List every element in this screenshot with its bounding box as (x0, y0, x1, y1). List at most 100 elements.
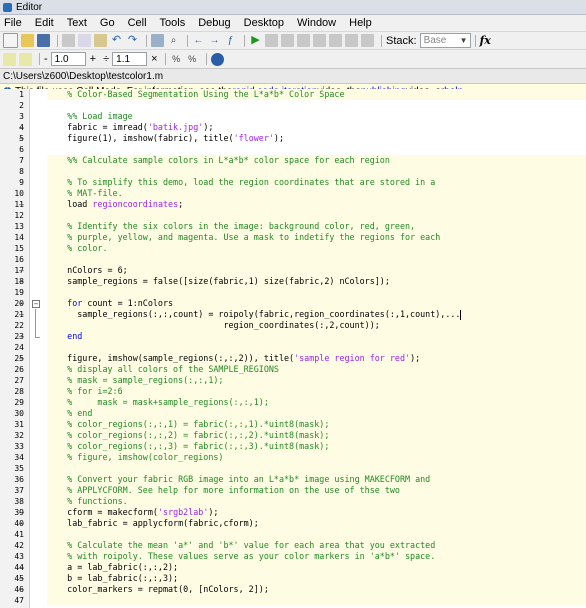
code-line[interactable]: % mask = sample_regions(:,:,1); (47, 375, 586, 386)
executable-marker[interactable] (30, 243, 47, 254)
executable-marker[interactable]: – (19, 518, 47, 529)
menu-help[interactable]: Help (349, 17, 372, 29)
executable-marker[interactable]: – − (19, 298, 47, 309)
code-line[interactable]: % for i=2:6 (47, 386, 586, 397)
cell-icon[interactable] (3, 52, 16, 66)
code-line[interactable]: b = lab_fabric(:,:,3); (47, 573, 586, 584)
exit-debug-icon[interactable] (361, 34, 374, 47)
stack-select[interactable]: Base ▼ (419, 33, 471, 48)
clear-breakpoints-icon[interactable] (281, 34, 294, 47)
executable-marker[interactable] (30, 397, 47, 408)
code-line[interactable]: % color_regions(:,:,3) = fabric(:,:,3).*… (47, 441, 586, 452)
cell-eval-icon[interactable] (19, 52, 32, 66)
executable-marker[interactable] (30, 111, 47, 122)
multiply-button[interactable]: × (151, 53, 157, 65)
executable-marker[interactable] (30, 221, 47, 232)
executable-marker[interactable] (30, 529, 47, 540)
step-icon[interactable] (297, 34, 310, 47)
function-icon[interactable]: fx (480, 34, 491, 47)
executable-marker[interactable] (30, 595, 47, 606)
code-line[interactable]: % with roipoly. These values serve as yo… (47, 551, 586, 562)
code-line[interactable] (47, 595, 586, 606)
code-line[interactable]: sample_regions = false([size(fabric,1) s… (47, 276, 586, 287)
menu-desktop[interactable]: Desktop (244, 17, 284, 29)
code-line[interactable]: nColors = 6; (47, 265, 586, 276)
forward-icon[interactable]: → (208, 34, 221, 47)
executable-marker[interactable] (30, 364, 47, 375)
comment-icon[interactable]: % (170, 53, 183, 66)
code-line[interactable]: a = lab_fabric(:,:,2); (47, 562, 586, 573)
executable-marker[interactable] (30, 474, 47, 485)
breakpoint-gutter[interactable]: – – – – – – − – – – – – – – – (19, 89, 47, 608)
menu-debug[interactable]: Debug (198, 17, 230, 29)
function-browse-icon[interactable]: ƒ (224, 34, 237, 47)
code-line[interactable] (47, 463, 586, 474)
executable-marker[interactable]: – (19, 562, 47, 573)
executable-marker[interactable]: – (19, 276, 47, 287)
executable-marker[interactable]: – (19, 573, 47, 584)
executable-marker[interactable] (30, 386, 47, 397)
code-line[interactable]: load regioncoordinates; (47, 199, 586, 210)
step-in-icon[interactable] (313, 34, 326, 47)
menu-tools[interactable]: Tools (160, 17, 186, 29)
code-line[interactable]: % Convert your fabric RGB image into an … (47, 474, 586, 485)
code-line[interactable]: % functions. (47, 496, 586, 507)
executable-marker[interactable] (30, 342, 47, 353)
new-file-icon[interactable] (3, 33, 18, 48)
executable-marker[interactable] (30, 210, 47, 221)
help-icon[interactable] (210, 52, 224, 66)
executable-marker[interactable] (30, 155, 47, 166)
executable-marker[interactable] (30, 551, 47, 562)
executable-marker[interactable]: – (19, 507, 47, 518)
value-field-2[interactable]: 1.1 (112, 52, 148, 66)
code-line[interactable] (47, 144, 586, 155)
increment-button[interactable]: + (90, 53, 96, 65)
code-line[interactable]: %% Calculate sample colors in L*a*b* col… (47, 155, 586, 166)
code-line[interactable] (47, 254, 586, 265)
continue-icon[interactable] (345, 34, 358, 47)
code-line[interactable] (47, 100, 586, 111)
executable-marker[interactable] (30, 496, 47, 507)
executable-marker[interactable]: – (19, 353, 47, 364)
code-line[interactable]: region_coordinates(:,2,count)); (47, 320, 586, 331)
executable-marker[interactable] (30, 89, 47, 100)
executable-marker[interactable] (30, 419, 47, 430)
executable-marker[interactable] (30, 254, 47, 265)
step-out-icon[interactable] (329, 34, 342, 47)
back-icon[interactable]: ← (192, 34, 205, 47)
print-icon[interactable] (151, 34, 164, 47)
executable-marker[interactable] (30, 463, 47, 474)
executable-marker[interactable] (30, 540, 47, 551)
copy-icon[interactable] (78, 34, 91, 47)
code-line[interactable]: figure, imshow(sample_regions(:,:,2)), t… (47, 353, 586, 364)
uncomment-icon[interactable]: % (186, 53, 199, 66)
code-line[interactable]: % Identify the six colors in the image: … (47, 221, 586, 232)
open-folder-icon[interactable] (21, 34, 34, 47)
code-line[interactable]: fabric = imread('batik.jpg'); (47, 122, 586, 133)
code-line[interactable]: for count = 1:nColors (47, 298, 586, 309)
code-line[interactable]: % purple, yellow, and magenta. Use a mas… (47, 232, 586, 243)
executable-marker[interactable] (30, 441, 47, 452)
value-field-1[interactable]: 1.0 (50, 52, 86, 66)
redo-icon[interactable]: ↷ (126, 34, 139, 47)
executable-marker[interactable]: – (19, 309, 47, 320)
code-line[interactable]: sample_regions(:,:,count) = roipoly(fabr… (47, 309, 586, 320)
executable-marker[interactable]: – (19, 122, 47, 133)
menu-window[interactable]: Window (297, 17, 336, 29)
find-icon[interactable]: ⌕ (167, 34, 180, 47)
code-line[interactable]: % mask = mask+sample_regions(:,:,1); (47, 397, 586, 408)
code-line[interactable]: % MAT-file. (47, 188, 586, 199)
code-line[interactable]: lab_fabric = applycform(fabric,cform); (47, 518, 586, 529)
decrement-button[interactable]: - (44, 53, 48, 65)
code-line[interactable]: % display all colors of the SAMPLE_REGIO… (47, 364, 586, 375)
fold-toggle-icon[interactable]: − (32, 300, 40, 308)
save-icon[interactable] (37, 34, 50, 47)
executable-marker[interactable]: – (19, 331, 47, 342)
executable-marker[interactable] (30, 320, 47, 331)
executable-marker[interactable]: – (19, 584, 47, 595)
executable-marker[interactable]: – (19, 265, 47, 276)
code-line[interactable]: color_markers = repmat(0, [nColors, 2]); (47, 584, 586, 595)
executable-marker[interactable] (30, 232, 47, 243)
code-line[interactable]: end (47, 331, 586, 342)
code-line[interactable]: figure(1), imshow(fabric), title('flower… (47, 133, 586, 144)
